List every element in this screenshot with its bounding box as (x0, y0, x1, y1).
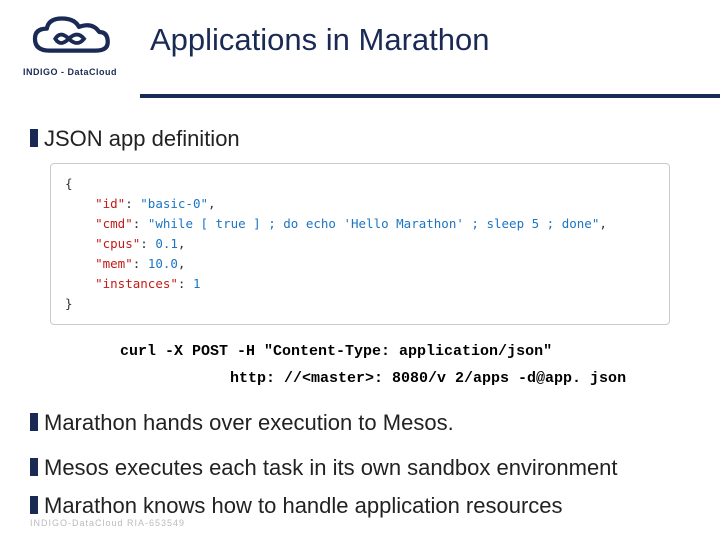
bullet-item: Marathon knows how to handle application… (30, 492, 690, 520)
code-value: "basic-0" (140, 196, 208, 211)
bullet-item: JSON app definition (30, 125, 690, 153)
bullet-item: Marathon hands over execution to Mesos. (30, 409, 690, 437)
code-key: "cmd" (95, 216, 133, 231)
curl-command-line1: curl -X POST -H "Content-Type: applicati… (120, 343, 690, 360)
slide-content: JSON app definition { "id": "basic-0", "… (0, 0, 720, 529)
code-key: "id" (95, 196, 125, 211)
bullet-marker (30, 413, 38, 431)
code-brace-close: } (65, 296, 73, 311)
code-key: "cpus" (95, 236, 140, 251)
code-brace-open: { (65, 176, 73, 191)
curl-command-line2: http: //<master>: 8080/v 2/apps -d@app. … (230, 370, 690, 387)
bullet-text: JSON app definition (44, 125, 240, 153)
code-value: 0.1 (155, 236, 178, 251)
code-key: "mem" (95, 256, 133, 271)
bullet-marker (30, 496, 38, 514)
bullet-text: Marathon knows how to handle application… (44, 492, 563, 520)
bullet-text: Marathon hands over execution to Mesos. (44, 409, 454, 437)
bullet-marker (30, 129, 38, 147)
code-key: "instances" (95, 276, 178, 291)
bullet-text: Mesos executes each task in its own sand… (44, 454, 618, 482)
bullet-item: Mesos executes each task in its own sand… (30, 454, 690, 482)
code-value: 1 (193, 276, 201, 291)
bullet-marker (30, 458, 38, 476)
code-block: { "id": "basic-0", "cmd": "while [ true … (50, 163, 670, 325)
code-value: 10.0 (148, 256, 178, 271)
footer-watermark: INDIGO-DataCloud RIA-653549 (30, 518, 185, 528)
code-value: "while [ true ] ; do echo 'Hello Maratho… (148, 216, 600, 231)
